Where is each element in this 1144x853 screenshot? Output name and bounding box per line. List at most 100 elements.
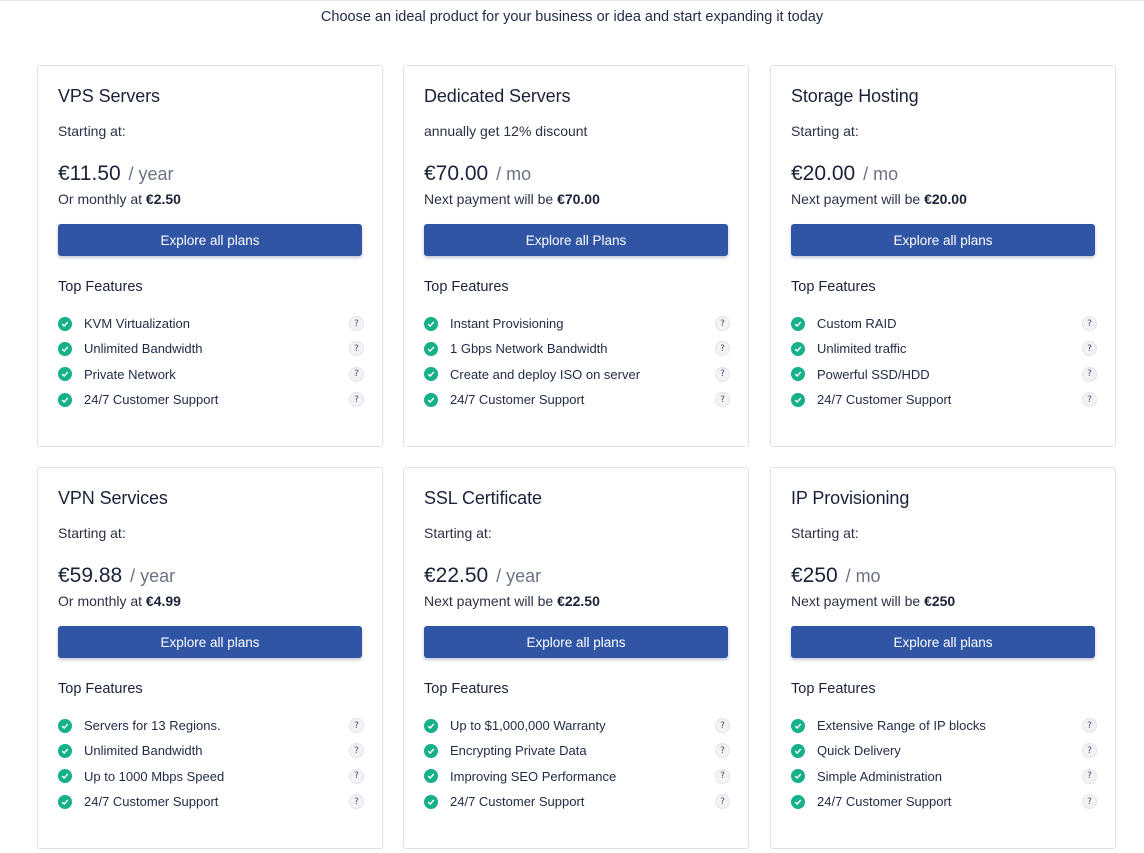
feature-item: KVM Virtualization?: [58, 311, 364, 336]
price-note: Next payment will be €250: [791, 593, 955, 609]
check-circle-icon: [791, 392, 805, 407]
card-subtitle: Starting at:: [58, 525, 126, 541]
feature-label: Encrypting Private Data: [450, 743, 587, 759]
feature-label: KVM Virtualization: [84, 316, 190, 332]
check-circle-icon: [791, 769, 805, 784]
feature-item: Unlimited Bandwidth?: [58, 738, 364, 763]
product-card-storage-hosting: Storage Hosting Starting at: €20.00 / mo…: [770, 65, 1116, 447]
feature-item: 24/7 Customer Support?: [424, 387, 730, 412]
feature-label: 24/7 Customer Support: [84, 392, 219, 408]
feature-item: Extensive Range of IP blocks?: [791, 713, 1097, 738]
features-heading: Top Features: [791, 279, 876, 295]
feature-list: Custom RAID? Unlimited traffic? Powerful…: [791, 311, 1097, 412]
feature-label: 24/7 Customer Support: [84, 794, 219, 810]
question-icon[interactable]: ?: [715, 316, 730, 332]
card-subtitle: annually get 12% discount: [424, 123, 588, 139]
note-value: €20.00: [924, 191, 967, 207]
question-icon[interactable]: ?: [715, 366, 730, 382]
feature-item: 24/7 Customer Support?: [424, 789, 730, 814]
feature-item: Unlimited Bandwidth?: [58, 336, 364, 361]
price: €70.00 / mo: [424, 162, 531, 186]
question-icon[interactable]: ?: [715, 341, 730, 357]
question-icon[interactable]: ?: [715, 794, 730, 810]
features-heading: Top Features: [58, 681, 143, 697]
feature-item: Private Network?: [58, 362, 364, 387]
question-icon[interactable]: ?: [715, 768, 730, 784]
question-icon[interactable]: ?: [1082, 718, 1097, 734]
price-amount: €70.00: [424, 162, 489, 185]
question-icon[interactable]: ?: [349, 743, 364, 759]
explore-plans-button[interactable]: Explore all plans: [791, 224, 1095, 256]
feature-label: Up to $1,000,000 Warranty: [450, 718, 606, 734]
question-icon[interactable]: ?: [349, 794, 364, 810]
question-icon[interactable]: ?: [1082, 794, 1097, 810]
check-circle-icon: [424, 718, 438, 733]
note-prefix: Next payment will be: [791, 191, 921, 207]
question-icon[interactable]: ?: [349, 366, 364, 382]
explore-plans-button[interactable]: Explore all plans: [58, 224, 362, 256]
explore-plans-button[interactable]: Explore all plans: [424, 626, 728, 658]
explore-plans-button[interactable]: Explore all plans: [791, 626, 1095, 658]
feature-label: Improving SEO Performance: [450, 768, 617, 784]
features-heading: Top Features: [791, 681, 876, 697]
price-note: Next payment will be €22.50: [424, 593, 600, 609]
check-circle-icon: [58, 367, 72, 382]
question-icon[interactable]: ?: [1082, 366, 1097, 382]
question-icon[interactable]: ?: [349, 392, 364, 408]
price: €22.50 / year: [424, 564, 541, 588]
product-card-ssl-certificate: SSL Certificate Starting at: €22.50 / ye…: [403, 467, 749, 849]
question-icon[interactable]: ?: [715, 743, 730, 759]
question-icon[interactable]: ?: [1082, 316, 1097, 332]
card-subtitle: Starting at:: [424, 525, 492, 541]
question-icon[interactable]: ?: [1082, 743, 1097, 759]
check-circle-icon: [791, 316, 805, 331]
feature-label: Unlimited traffic: [817, 341, 907, 357]
note-value: €2.50: [145, 191, 181, 207]
explore-plans-button[interactable]: Explore all Plans: [424, 224, 728, 256]
feature-label: 24/7 Customer Support: [450, 392, 585, 408]
top-divider: [0, 0, 1144, 1]
feature-item: 24/7 Customer Support?: [791, 387, 1097, 412]
question-icon[interactable]: ?: [349, 316, 364, 332]
note-prefix: Next payment will be: [791, 593, 921, 609]
check-circle-icon: [58, 316, 72, 331]
question-icon[interactable]: ?: [715, 718, 730, 734]
question-icon[interactable]: ?: [1082, 768, 1097, 784]
feature-label: Instant Provisioning: [450, 316, 564, 332]
price: €11.50 / year: [58, 162, 174, 186]
price-period: / year: [128, 164, 174, 184]
question-icon[interactable]: ?: [715, 392, 730, 408]
note-prefix: Or monthly at: [58, 191, 143, 207]
question-icon[interactable]: ?: [349, 718, 364, 734]
question-icon[interactable]: ?: [349, 341, 364, 357]
note-prefix: Or monthly at: [58, 593, 143, 609]
note-value: €70.00: [557, 191, 600, 207]
feature-item: Instant Provisioning?: [424, 311, 730, 336]
card-subtitle: Starting at:: [58, 123, 126, 139]
feature-item: Improving SEO Performance?: [424, 764, 730, 789]
feature-list: Up to $1,000,000 Warranty? Encrypting Pr…: [424, 713, 730, 814]
check-circle-icon: [58, 341, 72, 356]
price-amount: €250: [791, 564, 838, 587]
feature-list: Instant Provisioning? 1 Gbps Network Ban…: [424, 311, 730, 412]
check-circle-icon: [424, 392, 438, 407]
feature-item: Quick Delivery?: [791, 738, 1097, 763]
card-title: IP Provisioning: [791, 488, 910, 508]
check-circle-icon: [58, 392, 72, 407]
explore-plans-button[interactable]: Explore all plans: [58, 626, 362, 658]
feature-item: 24/7 Customer Support?: [791, 789, 1097, 814]
check-circle-icon: [58, 769, 72, 784]
product-card-vpn-services: VPN Services Starting at: €59.88 / year …: [37, 467, 383, 849]
note-value: €22.50: [557, 593, 600, 609]
check-circle-icon: [424, 316, 438, 331]
question-icon[interactable]: ?: [1082, 392, 1097, 408]
card-title: VPN Services: [58, 488, 168, 508]
feature-label: Servers for 13 Regions.: [84, 718, 221, 734]
note-value: €250: [924, 593, 956, 609]
price-period: / year: [496, 566, 542, 586]
check-circle-icon: [791, 341, 805, 356]
check-circle-icon: [424, 367, 438, 382]
price: €59.88 / year: [58, 564, 175, 588]
question-icon[interactable]: ?: [1082, 341, 1097, 357]
question-icon[interactable]: ?: [349, 768, 364, 784]
